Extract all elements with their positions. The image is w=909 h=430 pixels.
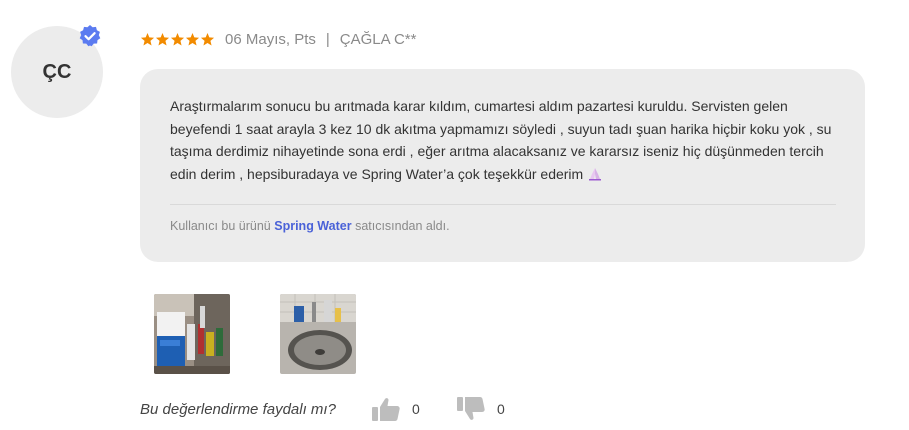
seller-prefix: Kullanıcı bu ürünü [170,219,271,233]
review-date: 06 Mayıs, Pts [225,30,316,48]
reviewer-name: ÇAĞLA C** [339,30,417,48]
verified-badge-icon [79,25,101,47]
thumbs-up-icon [372,398,400,421]
helpful-question: Bu değerlendirme faydalı mı? [140,396,336,422]
avatar-initials: ÇC [42,60,72,83]
star-rating [140,32,215,47]
seller-link[interactable]: Spring Water [274,219,351,233]
review-bubble: Araştırmalarım sonucu bu arıtmada karar … [140,69,865,262]
meta-separator: | [325,30,330,48]
review-meta: 06 Mayıs, Pts | ÇAĞLA C** [140,30,416,48]
star-icon [185,32,200,45]
thumbs-down-icon [457,397,485,420]
thumbs-up-button[interactable]: 0 [371,395,420,423]
star-icon [140,32,155,45]
seller-suffix: satıcısından aldı. [355,219,450,233]
star-icon [170,32,185,45]
star-icon [155,32,170,45]
thumbs-down-button[interactable]: 0 [456,395,505,423]
thumbs-up-count: 0 [412,401,420,417]
divider [170,204,836,205]
review-text: Araştırmalarım sonucu bu arıtmada karar … [170,95,840,186]
photo-water-purifier-under-sink[interactable] [154,294,230,374]
thumbs-down-count: 0 [497,401,505,417]
folded-hands-icon [589,168,602,181]
star-icon [200,32,215,45]
seller-info: Kullanıcı bu ürünü Spring Water satıcısı… [170,219,450,233]
photo-sink-with-faucet[interactable] [280,294,356,374]
review-body: Araştırmalarım sonucu bu arıtmada karar … [170,98,832,183]
helpful-question-text: Bu değerlendirme faydalı mı? [140,400,336,418]
